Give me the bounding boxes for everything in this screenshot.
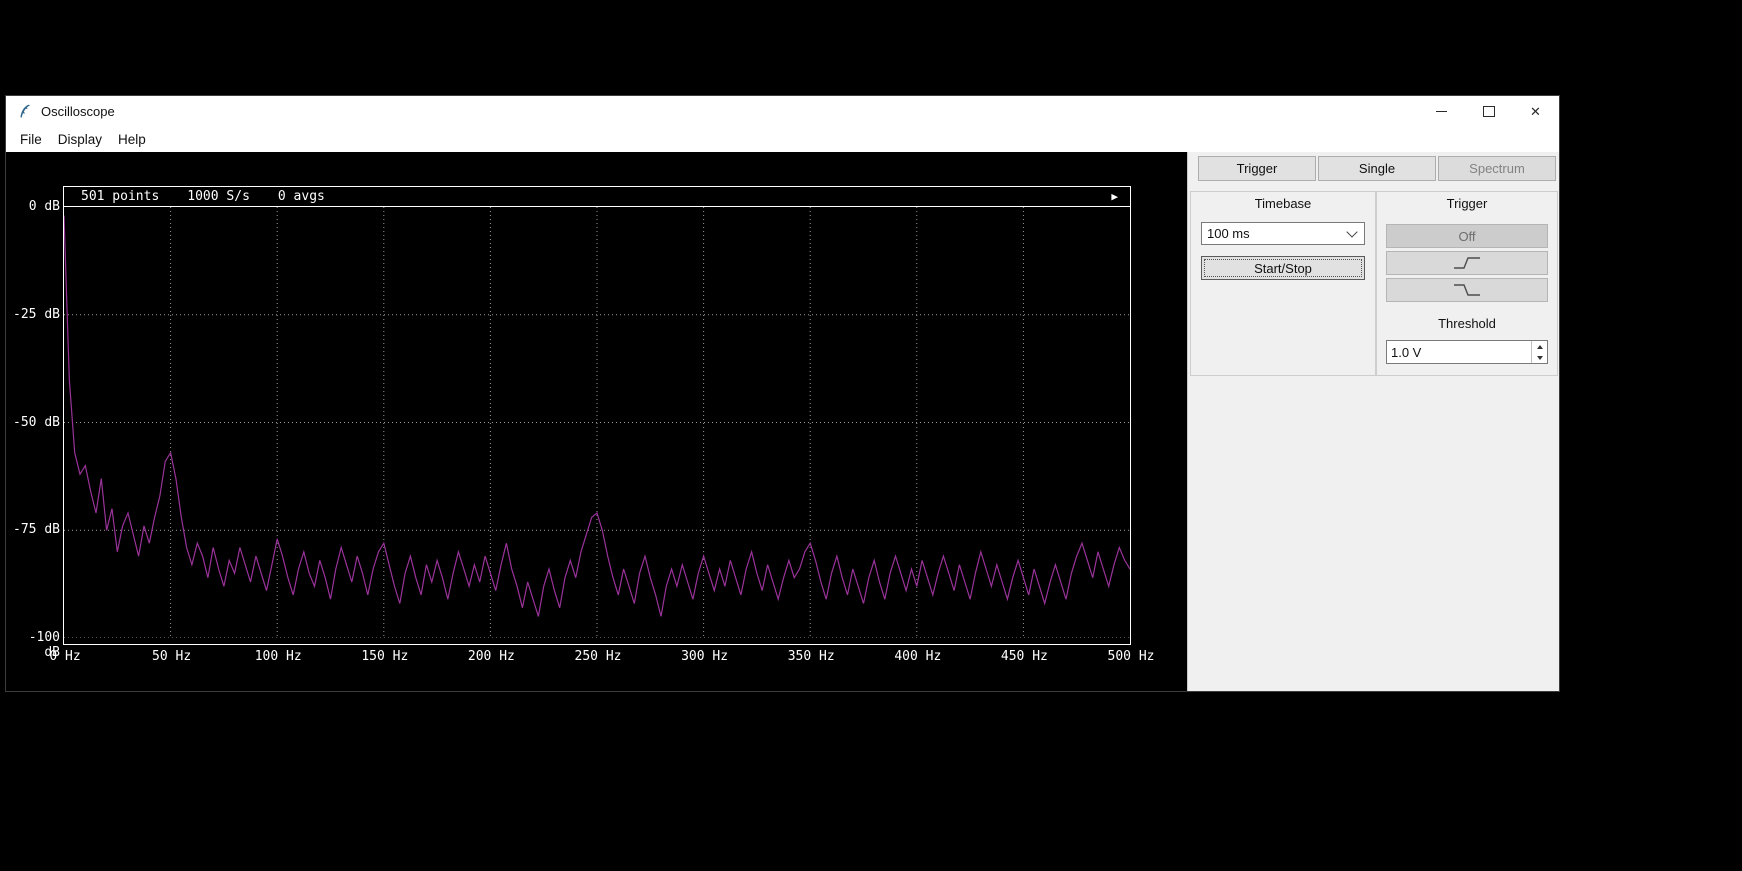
menu-help[interactable]: Help	[110, 129, 154, 150]
threshold-spinbox	[1386, 340, 1548, 364]
trigger-view-button[interactable]: Trigger	[1198, 156, 1316, 181]
spectrum-plot-panel: 501 points 1000 S/s 0 avgs ▶ 0 dB -25 dB -…	[6, 152, 1187, 691]
view-buttons-row: Trigger Single Spectrum	[1198, 156, 1556, 181]
spectrum-plot-svg	[64, 207, 1130, 638]
x-tick-label: 500 Hz	[1107, 649, 1155, 664]
y-tick-label: -75 dB	[13, 522, 60, 538]
maximize-icon	[1482, 105, 1495, 117]
menubar: File Display Help	[6, 126, 1559, 152]
x-tick-label: 250 Hz	[574, 649, 622, 664]
close-icon: ✕	[1530, 103, 1541, 119]
chevron-down-icon	[1346, 226, 1358, 238]
window-title: Oscilloscope	[41, 103, 115, 119]
spectrum-view-button: Spectrum	[1438, 156, 1556, 181]
single-view-button[interactable]: Single	[1318, 156, 1436, 181]
status-averages: 0 avgs	[277, 189, 325, 204]
titlebar: Oscilloscope ✕	[6, 96, 1559, 126]
trigger-group: Trigger Off Threshold	[1376, 191, 1558, 376]
timebase-combobox[interactable]: 100 ms	[1201, 222, 1365, 245]
trigger-group-title: Trigger	[1446, 196, 1488, 211]
status-points: 501 points	[81, 189, 160, 204]
y-tick-label: -25 dB	[13, 306, 60, 322]
menu-file[interactable]: File	[12, 129, 50, 150]
x-tick-label: 200 Hz	[467, 649, 515, 664]
x-tick-label: 0 Hz	[49, 649, 81, 664]
x-tick-label: 450 Hz	[1000, 649, 1048, 664]
content: 501 points 1000 S/s 0 avgs ▶ 0 dB -25 dB -…	[6, 152, 1559, 691]
rising-edge-icon	[1454, 257, 1480, 269]
minimize-icon	[1436, 110, 1447, 112]
tk-feather-icon	[18, 104, 33, 119]
spinbox-arrows	[1531, 341, 1547, 363]
threshold-input[interactable]	[1387, 341, 1531, 363]
app-window: Oscilloscope ✕ File Display Help 501 poi…	[5, 95, 1560, 692]
x-tick-label: 100 Hz	[254, 649, 302, 664]
x-tick-label: 50 Hz	[152, 649, 192, 664]
y-tick-label: -100 dB	[28, 630, 60, 660]
x-tick-label: 150 Hz	[361, 649, 409, 664]
spin-down-button[interactable]	[1532, 352, 1547, 363]
spin-up-button[interactable]	[1532, 341, 1547, 352]
x-tick-label: 300 Hz	[681, 649, 729, 664]
y-tick-label: -50 dB	[13, 414, 60, 430]
control-panel: Trigger Single Spectrum Timebase 100 ms …	[1187, 152, 1559, 691]
falling-edge-icon	[1454, 284, 1480, 296]
x-tick-label: 400 Hz	[894, 649, 942, 664]
trigger-rising-edge-button[interactable]	[1386, 251, 1548, 275]
start-stop-button[interactable]: Start/Stop	[1201, 256, 1365, 280]
trigger-falling-edge-button[interactable]	[1386, 278, 1548, 302]
run-indicator-icon: ▶	[1111, 190, 1118, 203]
spin-down-icon	[1536, 355, 1543, 360]
plot-box: 501 points 1000 S/s 0 avgs ▶	[63, 186, 1131, 645]
status-sample-rate: 1000 S/s	[187, 189, 250, 204]
timebase-group-title: Timebase	[1254, 196, 1312, 211]
y-tick-label: 0 dB	[28, 199, 60, 214]
x-tick-label: 350 Hz	[787, 649, 835, 664]
timebase-combobox-value: 100 ms	[1207, 226, 1250, 241]
minimize-button[interactable]	[1418, 96, 1465, 126]
plot-status-bar: 501 points 1000 S/s 0 avgs ▶	[64, 187, 1130, 207]
spin-up-icon	[1536, 344, 1543, 349]
trigger-off-button[interactable]: Off	[1386, 224, 1548, 248]
threshold-label: Threshold	[1438, 316, 1496, 331]
menu-display[interactable]: Display	[50, 129, 110, 150]
timebase-group: Timebase 100 ms Start/Stop	[1190, 191, 1376, 376]
close-button[interactable]: ✕	[1512, 96, 1559, 126]
maximize-button[interactable]	[1465, 96, 1512, 126]
window-controls: ✕	[1418, 96, 1559, 126]
